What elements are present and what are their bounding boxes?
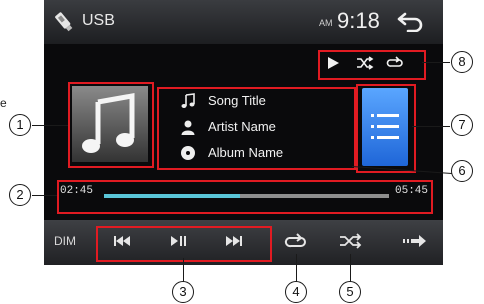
leader-line-4 — [296, 254, 297, 282]
callout-marker-7: 7 — [451, 114, 473, 136]
callout-box-3 — [96, 226, 272, 262]
back-arrow-icon[interactable] — [396, 10, 424, 32]
callout-box-2 — [57, 180, 433, 214]
dim-button[interactable]: DIM — [54, 234, 76, 248]
callout-box-8 — [318, 50, 426, 80]
next-page-arrow-icon[interactable] — [396, 228, 432, 254]
callout-box-6 — [157, 87, 356, 170]
callout-marker-4: 4 — [285, 281, 307, 303]
callout-marker-5: 5 — [339, 281, 361, 303]
cut-off-text: e — [0, 96, 7, 110]
leader-line-7 — [412, 126, 450, 127]
callout-box-7 — [356, 84, 416, 173]
leader-line-8 — [422, 62, 450, 63]
clock-time: 9:18 — [337, 8, 380, 33]
callout-marker-8: 8 — [451, 51, 473, 73]
callout-marker-1: 1 — [9, 114, 31, 136]
callout-marker-6: 6 — [451, 160, 473, 182]
callout-marker-2: 2 — [9, 184, 31, 206]
leader-line-3 — [183, 258, 184, 282]
leader-line-1 — [32, 125, 68, 126]
callout-marker-3: 3 — [172, 281, 194, 303]
top-bar: USB AM 9:18 — [44, 0, 443, 44]
callout-box-1 — [68, 82, 154, 168]
repeat-icon[interactable] — [278, 228, 314, 254]
usb-stick-icon — [55, 12, 73, 32]
clock-ampm: AM — [319, 18, 333, 28]
shuffle-icon[interactable] — [332, 228, 368, 254]
leader-line-5 — [350, 254, 351, 282]
source-label: USB — [82, 12, 115, 29]
leader-line-2 — [32, 195, 57, 196]
